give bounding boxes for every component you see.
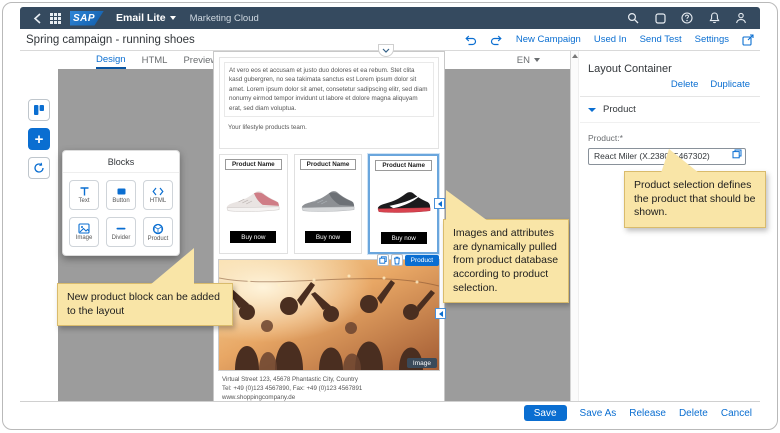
text-block[interactable]: At vero eos et accusam et justo duo dolo… <box>219 57 439 149</box>
buy-now-button[interactable]: Buy now <box>380 232 427 244</box>
party-photo <box>219 260 439 370</box>
tile-label: Image <box>75 235 93 241</box>
back-icon[interactable] <box>28 10 46 26</box>
value-help-icon[interactable] <box>732 149 742 159</box>
panel-delete-button[interactable]: Delete <box>671 79 698 90</box>
product-field-label: Product:* <box>588 133 623 143</box>
product-card-2[interactable]: Product Name Buy now <box>293 154 363 254</box>
tile-label: Product <box>147 235 169 242</box>
email-body-text: At vero eos et accusam et justo duo dolo… <box>224 62 434 118</box>
footer-toolbar: Save Save As Release Delete Cancel <box>20 401 760 424</box>
undo-icon[interactable] <box>464 34 477 46</box>
block-tile-button[interactable]: Button <box>106 180 136 210</box>
image-block[interactable]: Image <box>218 259 446 371</box>
sap-logo: SAP <box>70 10 104 26</box>
callout-dynamic-attributes: Images and attributes are dynamically pu… <box>443 190 569 304</box>
footer-line: Virtual Street 123, 45678 Phantastic Cit… <box>222 376 358 383</box>
refresh-button[interactable] <box>28 157 50 179</box>
delete-button[interactable]: Delete <box>679 408 708 419</box>
product-name: Product Name <box>299 159 357 170</box>
block-tile-text[interactable]: Text <box>69 180 99 210</box>
product-switcher[interactable]: Email Lite <box>116 12 176 24</box>
language-label: EN <box>516 54 530 66</box>
footer-line: www.shoppingcompany.de <box>222 393 296 401</box>
blocks-palette-title: Blocks <box>63 151 179 173</box>
block-tile-product[interactable]: Product <box>143 217 173 247</box>
product-shoe-image <box>298 172 359 229</box>
layout-columns-button[interactable] <box>28 99 50 121</box>
notifications-bell-icon[interactable] <box>705 10 723 26</box>
callout-product-selection: Product selection defines the product th… <box>624 149 766 228</box>
add-block-button[interactable]: + <box>28 128 50 150</box>
app-switcher-grid-icon[interactable] <box>46 10 64 26</box>
buy-now-button[interactable]: Buy now <box>305 231 351 243</box>
tile-label: Divider <box>111 235 131 241</box>
product-card-3-selected[interactable]: Product Name Buy now Product <box>368 154 446 266</box>
copy-block-icon[interactable] <box>376 254 389 266</box>
email-canvas: At vero eos et accusam et justo duo dolo… <box>213 51 446 401</box>
release-button[interactable]: Release <box>629 408 666 419</box>
delete-block-icon[interactable] <box>390 254 403 266</box>
panel-title: Layout Container <box>588 63 672 75</box>
settings-button[interactable]: Settings <box>695 34 729 45</box>
chevron-down-icon <box>169 16 176 21</box>
email-editor: Design HTML Preview Desktop EN + Blocks <box>20 51 570 401</box>
product-block-badge: Product <box>404 254 440 266</box>
product-shoe-image <box>223 172 284 229</box>
product-row: Product Name Buy now Product Name Buy no… <box>219 154 446 266</box>
blocks-palette: Blocks Text Button HTML Image Divider Pr… <box>62 150 180 256</box>
tab-html[interactable]: HTML <box>142 51 168 69</box>
send-test-button[interactable]: Send Test <box>640 34 682 45</box>
email-signoff: Your lifestyle products team. <box>228 124 307 132</box>
properties-panel: Layout Container Delete Duplicate Produc… <box>570 51 766 401</box>
copilot-icon[interactable] <box>651 10 669 26</box>
cancel-button[interactable]: Cancel <box>721 408 752 419</box>
shell-bar: SAP Email Lite Marketing Cloud <box>20 7 760 29</box>
suite-name: Marketing Cloud <box>189 12 259 24</box>
product-card-1[interactable]: Product Name Buy now <box>219 154 288 254</box>
block-tile-divider[interactable]: Divider <box>106 217 136 247</box>
page-title: Spring campaign - running shoes <box>26 33 195 46</box>
product-shoe-image <box>373 173 434 230</box>
language-selector[interactable]: EN <box>517 55 570 66</box>
save-button[interactable]: Save <box>523 405 567 421</box>
profile-icon[interactable] <box>732 10 750 26</box>
section-product[interactable]: Product <box>580 97 760 123</box>
callout-text: Product selection defines the product th… <box>634 179 756 219</box>
panel-scrollbar[interactable] <box>571 51 579 401</box>
callout-text: Images and attributes are dynamically pu… <box>453 227 559 294</box>
block-drag-handle[interactable] <box>435 308 446 320</box>
used-in-button[interactable]: Used In <box>594 34 627 45</box>
share-export-icon[interactable] <box>742 33 754 46</box>
new-campaign-button[interactable]: New Campaign <box>516 34 581 45</box>
save-as-button[interactable]: Save As <box>580 408 617 419</box>
chevron-down-icon <box>534 58 540 62</box>
buy-now-button[interactable]: Buy now <box>230 231 277 243</box>
scroll-up-icon[interactable] <box>572 54 578 58</box>
tile-label: HTML <box>149 198 167 204</box>
block-tile-image[interactable]: Image <box>69 217 99 247</box>
app-frame: SAP Email Lite Marketing Cloud Spring ca… <box>2 2 778 430</box>
help-icon[interactable] <box>678 10 696 26</box>
block-tile-html[interactable]: HTML <box>143 180 173 210</box>
tile-label: Button <box>112 198 130 204</box>
product-name: Product Name <box>375 160 433 171</box>
tab-design[interactable]: Design <box>96 51 126 69</box>
chevron-down-icon <box>588 107 596 112</box>
section-label: Product <box>603 104 636 115</box>
callout-new-product-block: New product block can be added to the la… <box>57 248 233 327</box>
image-block-badge: Image <box>406 358 437 368</box>
email-footer: Virtual Street 123, 45678 Phantastic Cit… <box>222 376 438 401</box>
footer-line: Tel: +49 (0)123 4567890, Fax: +49 (0)123… <box>222 384 363 392</box>
block-drag-handle[interactable] <box>434 198 446 210</box>
panel-duplicate-button[interactable]: Duplicate <box>710 79 750 90</box>
search-icon[interactable] <box>624 10 642 26</box>
product-name: Email Lite <box>116 12 166 24</box>
product-name: Product Name <box>225 159 282 170</box>
redo-icon[interactable] <box>490 34 503 46</box>
callout-text: New product block can be added to the la… <box>67 291 220 317</box>
tile-label: Text <box>78 198 90 204</box>
